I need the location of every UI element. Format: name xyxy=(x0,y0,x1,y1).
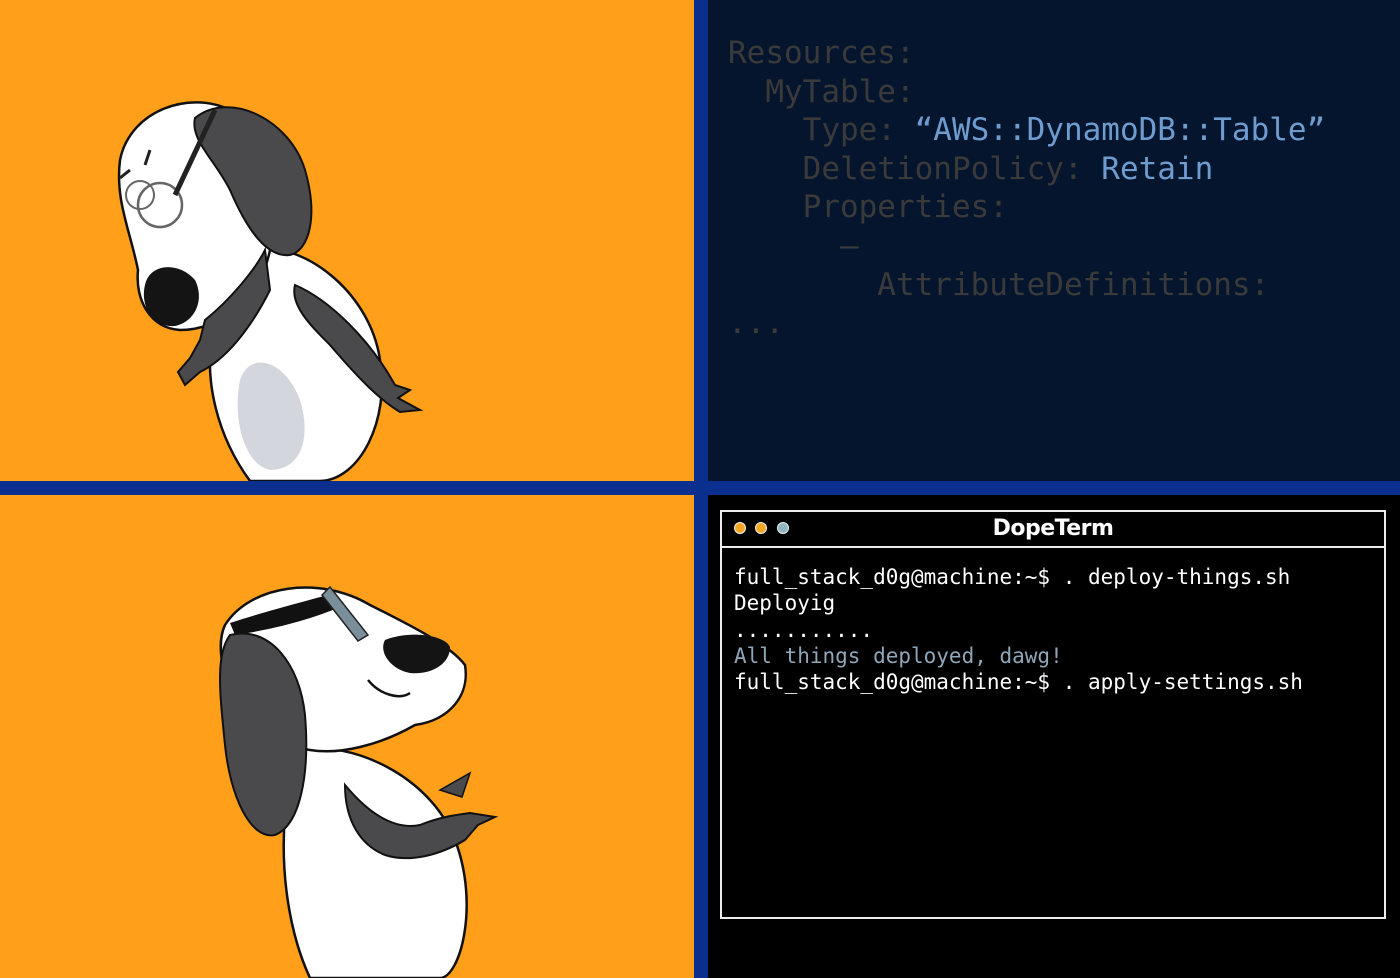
dog-disapproving-panel xyxy=(0,0,694,481)
code-line: AttributeDefinitions: xyxy=(728,266,1325,305)
terminal-output[interactable]: full_stack_d0g@machine:~$ . deploy-thing… xyxy=(734,564,1376,695)
code-key: Resources: xyxy=(728,35,915,71)
code-key: Properties: xyxy=(728,189,1008,226)
code-key: – xyxy=(728,227,859,264)
code-key: ... xyxy=(728,305,784,342)
code-value: Retain xyxy=(1101,150,1214,187)
cloudformation-code-panel: Resources: MyTable: Type: “AWS::DynamoDB… xyxy=(708,0,1400,481)
code-value: “AWS::DynamoDB::Table” xyxy=(914,112,1326,149)
terminal-panel: DopeTerm full_stack_d0g@machine:~$ . dep… xyxy=(708,495,1400,978)
dog-approving-panel xyxy=(0,495,694,978)
dog-disapproving-illustration xyxy=(117,101,424,481)
code-line: Resources: xyxy=(728,34,1325,73)
terminal-title: DopeTerm xyxy=(992,516,1114,541)
code-key: MyTable: xyxy=(728,73,915,110)
code-key: Type: xyxy=(728,112,915,149)
code-line: Type: “AWS::DynamoDB::Table” xyxy=(728,111,1326,150)
code-line: ... xyxy=(728,304,1325,343)
code-key: AttributeDefinitions: xyxy=(728,266,1270,303)
code-line: MyTable: xyxy=(728,73,1325,112)
terminal-window: DopeTerm full_stack_d0g@machine:~$ . dep… xyxy=(720,510,1386,919)
terminal-line: full_stack_d0g@machine:~$ . deploy-thing… xyxy=(734,565,1291,589)
terminal-title-bar: DopeTerm xyxy=(722,512,1384,548)
terminal-success-line: All things deployed, dawg! xyxy=(734,643,1063,668)
dog-approving-illustration xyxy=(219,585,499,978)
terminal-line: ........... xyxy=(734,617,874,642)
yaml-code-block: Resources: MyTable: Type: “AWS::DynamoDB… xyxy=(728,34,1325,343)
code-line: – xyxy=(728,227,1325,266)
code-line: Properties: xyxy=(728,188,1325,227)
terminal-line: full_stack_d0g@machine:~$ . apply-settin… xyxy=(734,670,1303,695)
code-key: DeletionPolicy: xyxy=(728,150,1102,187)
code-line: DeletionPolicy: Retain xyxy=(728,150,1325,189)
terminal-line: Deployig xyxy=(734,591,836,616)
